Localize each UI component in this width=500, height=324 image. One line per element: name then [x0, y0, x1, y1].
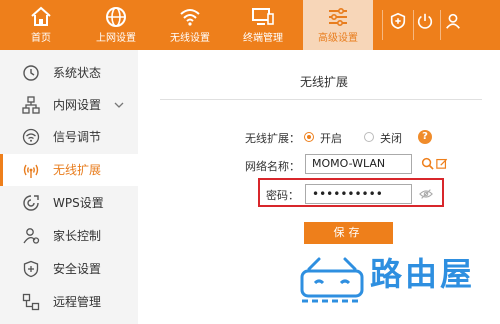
page-title: 无线扩展 — [300, 75, 349, 89]
wps-icon — [23, 195, 39, 211]
radio-off[interactable] — [364, 132, 374, 142]
radio-on-label[interactable]: 开启 — [320, 130, 342, 146]
sidebar-item-label: 家长控制 — [53, 229, 102, 243]
parent-icon — [23, 228, 40, 244]
ssid-input[interactable]: MOMO-WLAN — [305, 154, 412, 174]
edit-icon[interactable] — [436, 157, 448, 169]
devices-icon — [252, 8, 274, 25]
sidebar-item-label: WPS设置 — [53, 196, 104, 210]
watermark-text: 路由屋 — [370, 255, 476, 293]
eye-hidden-icon[interactable] — [419, 188, 433, 200]
sidebar-item-label: 系统状态 — [53, 66, 102, 80]
nav-divider — [440, 10, 441, 40]
antenna-icon — [23, 164, 39, 178]
remote-icon — [22, 293, 40, 311]
globe-icon — [106, 7, 126, 27]
sidebar-item-label: 安全设置 — [53, 262, 102, 276]
shield-plus-icon[interactable] — [389, 12, 407, 30]
extend-label: 无线扩展： — [245, 132, 300, 145]
sidebar-item-wireless-extend[interactable]: 无线扩展 — [0, 154, 138, 186]
network-icon — [22, 96, 40, 114]
nav-label: 高级设置 — [318, 33, 358, 44]
top-navigation-bar: 首页 上网设置 无线设置 终端管理 高级设置 — [0, 0, 500, 50]
nav-internet-settings[interactable]: 上网设置 — [82, 0, 150, 50]
password-input[interactable]: •••••••••• — [305, 184, 412, 204]
wifi-icon — [180, 9, 200, 26]
nav-divider — [382, 10, 383, 40]
clock-icon — [23, 65, 39, 81]
sidebar-item-label: 信号调节 — [53, 130, 102, 144]
sidebar-item-label: 远程管理 — [53, 295, 102, 309]
sidebar-item-remote-management[interactable]: 远程管理 — [0, 286, 138, 318]
search-icon[interactable] — [421, 157, 434, 170]
nav-advanced-settings[interactable]: 高级设置 — [303, 0, 373, 50]
nav-label: 无线设置 — [170, 33, 210, 44]
chevron-down-icon[interactable] — [114, 100, 124, 110]
nav-divider — [413, 10, 414, 40]
radio-off-label[interactable]: 关闭 — [380, 130, 402, 146]
nav-home[interactable]: 首页 — [0, 0, 82, 50]
sidebar-item-wps[interactable]: WPS设置 — [0, 187, 138, 219]
home-icon — [31, 6, 51, 26]
ssid-label: 网络名称： — [245, 160, 300, 173]
radio-on[interactable] — [304, 132, 314, 142]
user-icon[interactable] — [444, 12, 462, 30]
title-divider — [160, 99, 482, 100]
sidebar-item-system-status[interactable]: 系统状态 — [0, 57, 138, 89]
sliders-icon — [329, 7, 347, 27]
sidebar-item-parental-control[interactable]: 家长控制 — [0, 220, 138, 252]
sidebar-item-lan-settings[interactable]: 内网设置 — [0, 89, 138, 121]
sidebar-item-label: 无线扩展 — [53, 163, 102, 177]
nav-label: 上网设置 — [96, 33, 136, 44]
power-icon[interactable] — [416, 12, 434, 30]
shield-icon — [23, 260, 39, 278]
nav-device-management[interactable]: 终端管理 — [229, 0, 297, 50]
help-icon[interactable]: ? — [418, 130, 432, 144]
sidebar-item-label: 内网设置 — [53, 98, 102, 112]
save-button[interactable]: 保存 — [304, 222, 393, 244]
signal-icon — [22, 128, 40, 146]
sidebar: 系统状态 内网设置 信号调节 无线扩展 WPS设置 家长控制 安全设置 远程管理 — [0, 50, 138, 324]
password-label: 密码： — [266, 189, 299, 202]
nav-label: 首页 — [31, 33, 51, 44]
sidebar-item-signal-adjust[interactable]: 信号调节 — [0, 121, 138, 153]
nav-label: 终端管理 — [243, 33, 283, 44]
sidebar-item-security-settings[interactable]: 安全设置 — [0, 253, 138, 285]
nav-wireless-settings[interactable]: 无线设置 — [156, 0, 224, 50]
